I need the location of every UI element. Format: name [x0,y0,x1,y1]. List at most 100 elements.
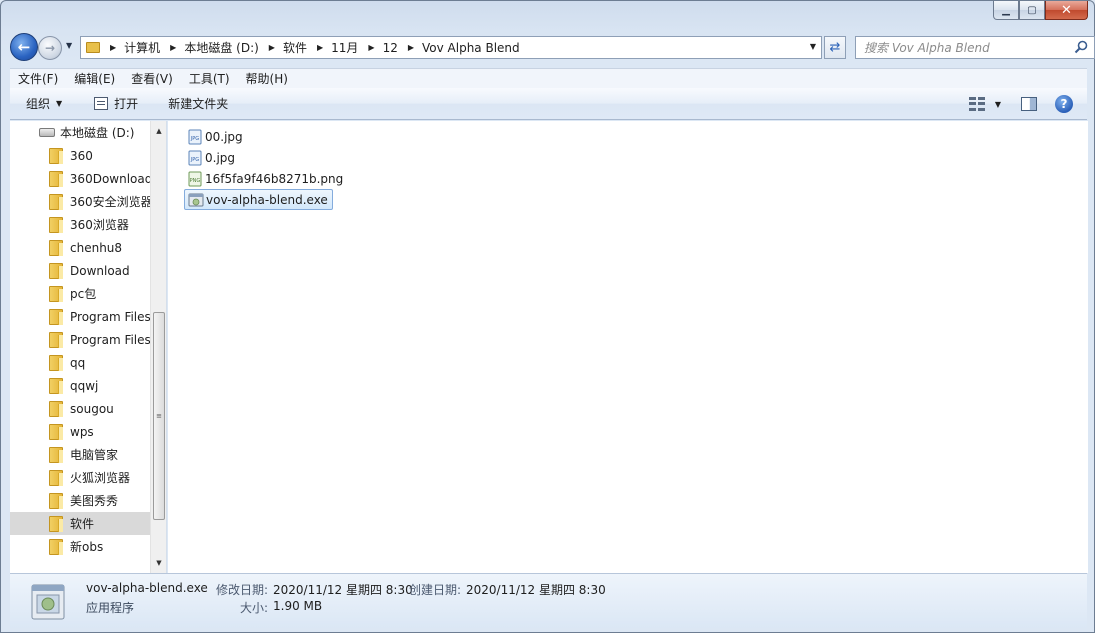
new-folder-label: 新建文件夹 [168,97,229,111]
tree-item-label: 360 [70,148,93,163]
tree-item-folder[interactable]: qq [10,351,151,374]
change-view-icon[interactable] [968,97,985,111]
maximize-button[interactable]: ▢ [1019,1,1045,20]
svg-text:JPG: JPG [190,136,199,142]
tree-item-folder[interactable]: sougou [10,397,151,420]
tree-item-label: 美图秀秀 [70,494,119,508]
breadcrumb-separator-icon[interactable]: ▶ [110,43,116,52]
breadcrumb-software[interactable]: 软件 [283,39,307,56]
folder-icon [49,262,63,279]
navpane-scrollbar[interactable]: ▲ ≡ ▼ [150,121,166,573]
back-arrow-icon[interactable]: ← [10,33,38,61]
tree-item-folder[interactable]: 电脑管家 [10,443,151,466]
breadcrumb-separator-icon[interactable]: ▶ [170,43,176,52]
address-bar[interactable]: ▶ 计算机 ▶ 本地磁盘 (D:) ▶ 软件 ▶ 11月 ▶ 12 ▶ Vov … [80,36,822,59]
folder-icon [49,239,63,256]
file-name: 0.jpg [205,150,236,165]
tree-item-label: 软件 [70,517,95,531]
breadcrumb-separator-icon[interactable]: ▶ [269,43,275,52]
help-icon[interactable]: ? [1055,95,1073,113]
open-button[interactable]: 打开 [94,95,138,112]
details-size-value: 1.90 MB [273,599,323,613]
file-item[interactable]: PNG 16f5fa9f46b8271b.png [184,168,347,189]
minimize-button[interactable]: ▁ [993,1,1019,20]
folder-icon [49,354,63,371]
jpg-file-icon: JPG [187,150,203,166]
tree-item-folder[interactable]: wps [10,420,151,443]
jpg-file-icon: JPG [187,129,203,145]
menu-help[interactable]: 帮助(H) [246,70,288,87]
address-dropdown-icon[interactable]: ▼ [810,42,816,51]
tree-item-folder[interactable]: 火狐浏览器 [10,466,151,489]
file-name: 16f5fa9f46b8271b.png [205,171,344,186]
menu-view[interactable]: 查看(V) [131,70,173,87]
details-pane: vov-alpha-blend.exe 应用程序 修改日期: 2020/11/1… [10,573,1087,628]
tree-item-label: 火狐浏览器 [70,471,131,485]
breadcrumb-12[interactable]: 12 [383,41,398,55]
open-icon [94,97,109,110]
view-options-dropdown-icon[interactable]: ▼ [995,100,1001,109]
details-modified-label: 修改日期: [216,583,269,597]
preview-pane-icon[interactable] [1021,97,1037,111]
svg-text:JPG: JPG [190,157,199,163]
breadcrumb-november[interactable]: 11月 [331,39,358,56]
tree-item-label: 电脑管家 [70,448,119,462]
tree-item-folder[interactable]: 360浏览器 [10,213,151,236]
details-size-label: 大小: [240,601,269,615]
breadcrumb-computer[interactable]: 计算机 [124,39,160,56]
breadcrumb-separator-icon[interactable]: ▶ [408,43,414,52]
file-list: JPG 00.jpg JPG 0.jpg PNG 16f5fa9f46b8271b.png… [168,121,1088,573]
file-item[interactable]: JPG 0.jpg [184,147,239,168]
file-item[interactable]: vov-alpha-blend.exe [184,189,333,210]
search-input[interactable]: 搜索 Vov Alpha Blend [855,36,1095,59]
tree-item-folder[interactable]: pc包 [10,282,151,305]
history-dropdown-icon[interactable]: ▼ [66,41,72,50]
tree-item-folder[interactable]: chenhu8 [10,236,151,259]
breadcrumb-separator-icon[interactable]: ▶ [317,43,323,52]
details-modified-value: 2020/11/12 星期四 8:30 [273,583,413,597]
open-label: 打开 [114,97,139,111]
tree-item-folder[interactable]: Program Files [10,328,151,351]
scroll-down-icon[interactable]: ▼ [151,555,166,571]
navigation-pane: 本地磁盘 (D:) 360 360Download 360安全浏览器 360浏览器 ch… [10,121,167,573]
tree-item-folder[interactable]: 新obs [10,535,151,558]
new-folder-button[interactable]: 新建文件夹 [168,95,228,112]
tree-item-label: wps [70,424,94,439]
details-file-name: vov-alpha-blend.exe [86,581,208,595]
refresh-icon[interactable]: ⇄ [824,36,846,59]
tree-item-folder[interactable]: 美图秀秀 [10,489,151,512]
close-button[interactable]: ✕ [1045,1,1088,20]
breadcrumb-current[interactable]: Vov Alpha Blend [422,41,520,55]
details-created-label: 创建日期: [409,583,462,597]
folder-icon [49,170,63,187]
search-icon[interactable] [1074,40,1088,54]
menu-tools[interactable]: 工具(T) [189,70,230,87]
forward-arrow-icon[interactable]: → [38,36,62,60]
scroll-thumb[interactable]: ≡ [153,312,165,520]
view-controls: ▼ ? [968,88,1087,120]
tree-item-folder[interactable]: qqwj [10,374,151,397]
tree-item-drive[interactable]: 本地磁盘 (D:) [10,121,151,144]
tree-item-folder[interactable]: 360安全浏览器 [10,190,151,213]
exe-file-icon [188,192,204,208]
menu-file[interactable]: 文件(F) [18,70,58,87]
folder-icon [49,538,63,555]
organize-button[interactable]: 组织 ▼ [26,95,62,112]
details-file-type: 应用程序 [86,601,135,615]
breadcrumb-drive[interactable]: 本地磁盘 (D:) [184,39,258,56]
file-item[interactable]: JPG 00.jpg [184,126,247,147]
tree-item-folder[interactable]: Program Files [10,305,151,328]
breadcrumb-separator-icon[interactable]: ▶ [368,43,374,52]
tree-item-folder[interactable]: 360 [10,144,151,167]
chevron-down-icon: ▼ [56,99,63,108]
tree-item-folder[interactable]: Download [10,259,151,282]
scroll-up-icon[interactable]: ▲ [151,123,166,139]
tree-item-folder[interactable]: 360Download [10,167,151,190]
folder-icon [49,400,63,417]
drive-icon [39,128,55,137]
folder-icon [49,423,63,440]
menu-edit[interactable]: 编辑(E) [74,70,115,87]
folder-icon [49,216,63,233]
tree-item-folder[interactable]: 软件 [10,512,151,535]
tree-item-label: 360浏览器 [70,218,129,232]
